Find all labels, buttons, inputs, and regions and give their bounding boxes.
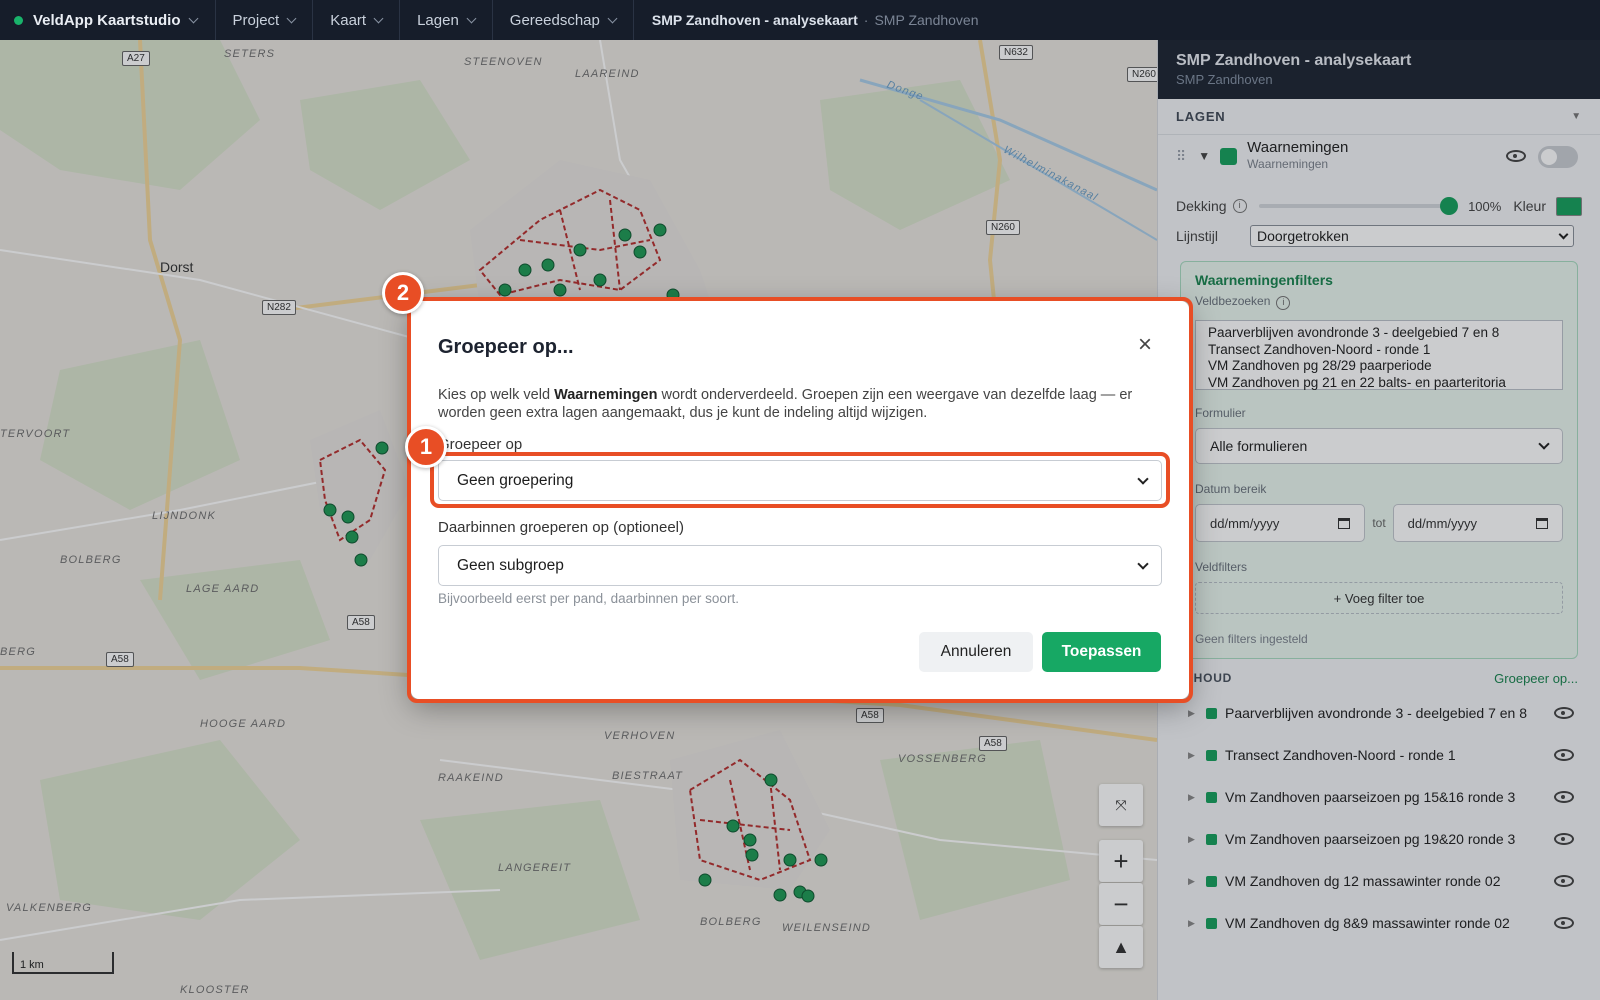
subgroup-select[interactable]: Geen subgroep xyxy=(438,545,1162,586)
chevron-down-icon xyxy=(466,13,477,23)
menu-label: Project xyxy=(232,11,280,29)
cancel-button[interactable]: Annuleren xyxy=(919,632,1033,672)
breadcrumb: SMP Zandhoven - analysekaart · SMP Zandhov… xyxy=(651,12,979,28)
annotation-badge: 1 xyxy=(405,426,447,468)
close-icon[interactable]: × xyxy=(1133,331,1157,359)
menu-label: Gereedschap xyxy=(509,11,600,29)
subgroup-hint: Bijvoorbeeld eerst per pand, daarbinnen … xyxy=(438,591,739,606)
menu-label: Kaart xyxy=(330,11,367,29)
menu-project[interactable]: Project xyxy=(216,0,314,40)
group-by-dialog: Groepeer op... × Kies op welk veld Waarn… xyxy=(411,301,1189,699)
menu-lagen[interactable]: Lagen xyxy=(400,0,493,40)
subgroup-label: Daarbinnen groeperen op (optioneel) xyxy=(438,519,685,536)
menu-label: Lagen xyxy=(417,11,459,29)
app-name: VeldApp Kaartstudio xyxy=(33,11,181,29)
chevron-down-icon xyxy=(1137,557,1149,570)
top-bar: VeldApp Kaartstudio Project Kaart Lagen … xyxy=(0,0,1600,40)
menu-kaart[interactable]: Kaart xyxy=(313,0,401,40)
chevron-down-icon xyxy=(188,13,198,23)
chevron-down-icon xyxy=(607,13,618,23)
status-dot xyxy=(14,15,23,25)
chevron-down-icon xyxy=(1137,472,1149,485)
group-by-label: Groepeer op xyxy=(438,436,523,453)
select-value: Geen groepering xyxy=(457,471,574,489)
select-value: Geen subgroep xyxy=(457,556,564,574)
menu-gereedschap[interactable]: Gereedschap xyxy=(493,0,634,40)
chevron-down-icon xyxy=(286,13,297,23)
annotation-badge: 2 xyxy=(382,272,424,314)
dialog-title: Groepeer op... xyxy=(438,336,574,358)
apply-button[interactable]: Toepassen xyxy=(1042,632,1161,672)
dialog-description: Kies op welk veld Waarnemingen wordt ond… xyxy=(438,387,1133,421)
breadcrumb-title: SMP Zandhoven - analysekaart xyxy=(651,12,858,28)
breadcrumb-sub: SMP Zandhoven xyxy=(874,12,979,28)
app-brand-menu[interactable]: VeldApp Kaartstudio xyxy=(0,0,216,40)
chevron-down-icon xyxy=(373,13,384,23)
group-by-select[interactable]: Geen groepering xyxy=(438,460,1162,501)
